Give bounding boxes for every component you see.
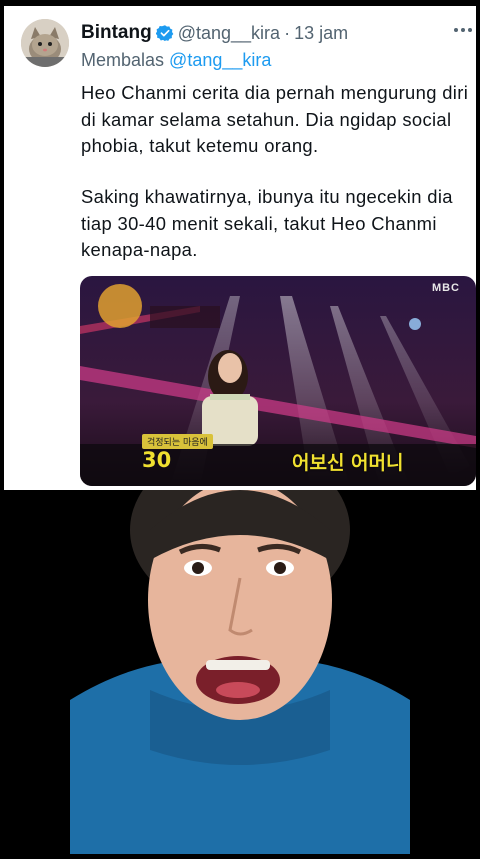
more-options-icon[interactable] — [452, 22, 474, 38]
caption-right: 어보신 어머니 — [292, 452, 404, 474]
author-name[interactable]: Bintang — [81, 22, 152, 44]
caption-left: 30 — [142, 448, 172, 472]
caption-tag: 걱정되는 마음에 — [142, 434, 213, 449]
stage-scene-image — [80, 276, 476, 486]
separator-dot: · — [284, 22, 291, 43]
tweet-card[interactable]: Bintang @tang__kira · 13 jam Membalas @t… — [4, 6, 476, 490]
reply-mention-link[interactable]: @tang__kira — [169, 50, 271, 70]
reply-prefix: Membalas — [81, 50, 165, 70]
reaction-person-image — [0, 445, 480, 854]
verified-badge-icon — [155, 25, 174, 42]
timestamp[interactable]: 13 jam — [294, 23, 348, 44]
tweet-media-video[interactable]: MBC 걱정되는 마음에 30 어보신 어머니 — [80, 276, 476, 486]
reaction-video[interactable] — [0, 445, 480, 854]
tweet-header: Bintang @tang__kira · 13 jam — [81, 20, 348, 46]
tweet-text-paragraph-1: Heo Chanmi cerita dia pernah mengurung d… — [81, 82, 469, 156]
tweet-text-paragraph-2: Saking khawatirnya, ibunya itu ngecekin … — [81, 186, 453, 260]
avatar-cat-image — [21, 19, 69, 67]
screen: Bintang @tang__kira · 13 jam Membalas @t… — [0, 0, 480, 854]
avatar[interactable] — [21, 19, 69, 67]
replying-to: Membalas @tang__kira — [81, 50, 271, 71]
mbc-watermark: MBC — [431, 282, 460, 294]
author-handle[interactable]: @tang__kira — [178, 23, 280, 44]
